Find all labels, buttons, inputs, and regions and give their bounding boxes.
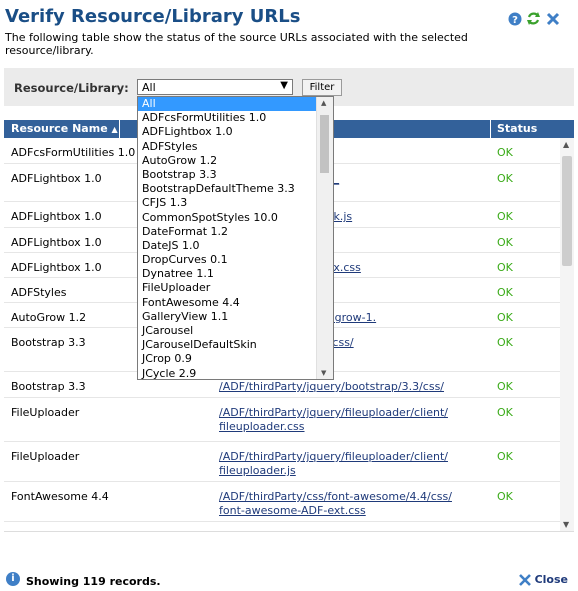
resource-name-cell: FileUploader [11, 450, 80, 463]
status-cell: OK [497, 380, 513, 393]
status-cell: OK [497, 210, 513, 223]
dropdown-option[interactable]: ADFLightbox 1.0 [138, 125, 320, 139]
table-row: FileUploader/ADF/thirdParty/jquery/fileu… [4, 398, 560, 442]
scroll-up-icon[interactable]: ▲ [321, 99, 326, 107]
close-button[interactable]: Close [518, 573, 568, 586]
status-cell: OK [497, 490, 513, 503]
dropdown-option[interactable]: DateJS 1.0 [138, 239, 320, 253]
scroll-down-icon[interactable]: ▼ [563, 520, 569, 529]
resource-name-cell: FontAwesome 4.4 [11, 530, 109, 531]
status-cell: OK [497, 311, 513, 324]
svg-text:?: ? [512, 15, 518, 26]
url-link[interactable]: /ADF/thirdParty/jquery/bootstrap/3.3/css… [219, 380, 489, 394]
sort-asc-icon: ▲ [111, 125, 118, 134]
column-header-status[interactable]: Status [497, 122, 537, 135]
dropdown-option[interactable]: Dynatree 1.1 [138, 267, 320, 281]
dropdown-option[interactable]: Bootstrap 3.3 [138, 168, 320, 182]
column-separator [119, 120, 120, 138]
select-value: All [142, 81, 156, 94]
dropdown-option[interactable]: ADFcsFormUtilities 1.0 [138, 111, 320, 125]
resource-name-cell: FontAwesome 4.4 [11, 490, 109, 503]
close-icon[interactable] [545, 11, 560, 26]
column-header-resource-name[interactable]: Resource Name ▲ [11, 122, 118, 135]
status-cell: OK [497, 146, 513, 159]
resource-library-options[interactable]: All ADFcsFormUtilities 1.0 ADFLightbox 1.0… [137, 96, 334, 380]
resource-name-cell: AutoGrow 1.2 [11, 311, 87, 324]
resource-name-cell: ADFLightbox 1.0 [11, 236, 102, 249]
status-cell: OK [497, 406, 513, 419]
page-subtitle: The following table show the status of t… [5, 31, 468, 57]
dropdown-option[interactable]: AutoGrow 1.2 [138, 154, 320, 168]
scroll-up-icon[interactable]: ▲ [563, 140, 569, 149]
dropdown-option[interactable]: DateFormat 1.2 [138, 225, 320, 239]
dropdown-option[interactable]: JCycle 2.9 [138, 367, 320, 379]
record-count: Showing 119 records. [26, 575, 161, 588]
scroll-down-icon[interactable]: ▼ [321, 369, 326, 377]
close-icon [518, 573, 531, 586]
resource-name-cell: ADFLightbox 1.0 [11, 261, 102, 274]
url-link[interactable]: /ADF/thirdParty/jquery/fileuploader/clie… [219, 406, 489, 434]
status-cell: OK [497, 261, 513, 274]
dropdown-scrollbar[interactable]: ▲ ▼ [316, 97, 333, 379]
table-row: FontAwesome 4.4/ADF/thirdParty/css/font-… [4, 522, 560, 531]
resource-name-cell: Bootstrap 3.3 [11, 380, 86, 393]
dropdown-option[interactable]: BootstrapDefaultTheme 3.3 [138, 182, 320, 196]
status-cell: OK [497, 450, 513, 463]
resource-name-cell: ADFLightbox 1.0 [11, 172, 102, 185]
dropdown-option[interactable]: JCarousel [138, 324, 320, 338]
dropdown-option[interactable]: All [138, 97, 320, 112]
status-cell: OK [497, 236, 513, 249]
filter-button[interactable]: Filter [302, 79, 342, 96]
title-toolbar: ? [507, 11, 560, 26]
info-icon: i [6, 572, 20, 586]
status-cell: OK [497, 172, 513, 185]
dropdown-option[interactable]: DropCurves 0.1 [138, 253, 320, 267]
footer-bar: i Showing 119 records. Close [4, 564, 574, 590]
dropdown-option[interactable]: JCrop 0.9 [138, 352, 320, 366]
resource-name-cell: Bootstrap 3.3 [11, 336, 86, 349]
status-cell: OK [497, 530, 513, 531]
dropdown-arrow-icon[interactable]: ▼ [280, 80, 288, 91]
column-separator [490, 120, 491, 138]
resource-library-select[interactable]: All ▼ [137, 79, 293, 95]
filter-label: Resource/Library: [14, 81, 129, 95]
resource-name-cell: ADFcsFormUtilities 1.0 [11, 146, 136, 159]
help-icon[interactable]: ? [507, 11, 522, 26]
dropdown-option[interactable]: CommonSpotStyles 10.0 [138, 211, 320, 225]
dropdown-option[interactable]: GalleryView 1.1 [138, 310, 320, 324]
url-link[interactable]: /ADF/thirdParty/css/font-awesome/4.4/css… [219, 530, 489, 531]
table-row: FontAwesome 4.4/ADF/thirdParty/css/font-… [4, 482, 560, 522]
dropdown-option[interactable]: CFJS 1.3 [138, 196, 320, 210]
page-title: Verify Resource/Library URLs [5, 6, 301, 27]
resource-name-cell: FileUploader [11, 406, 80, 419]
dropdown-scroll-thumb[interactable] [320, 115, 329, 173]
dropdown-option[interactable]: FileUploader [138, 281, 320, 295]
grid-scrollbar[interactable]: ▲ ▼ [560, 138, 574, 531]
scroll-thumb[interactable] [562, 156, 572, 266]
status-cell: OK [497, 286, 513, 299]
status-cell: OK [497, 336, 513, 349]
table-row: FileUploader/ADF/thirdParty/jquery/fileu… [4, 442, 560, 482]
refresh-icon[interactable] [526, 11, 541, 26]
dropdown-option[interactable]: ADFStyles [138, 140, 320, 154]
dropdown-option[interactable]: FontAwesome 4.4 [138, 296, 320, 310]
resource-name-cell: ADFStyles [11, 286, 67, 299]
dropdown-option[interactable]: JCarouselDefaultSkin [138, 338, 320, 352]
url-link[interactable]: /ADF/thirdParty/css/font-awesome/4.4/css… [219, 490, 489, 518]
resource-name-cell: ADFLightbox 1.0 [11, 210, 102, 223]
url-link[interactable]: /ADF/thirdParty/jquery/fileuploader/clie… [219, 450, 489, 478]
